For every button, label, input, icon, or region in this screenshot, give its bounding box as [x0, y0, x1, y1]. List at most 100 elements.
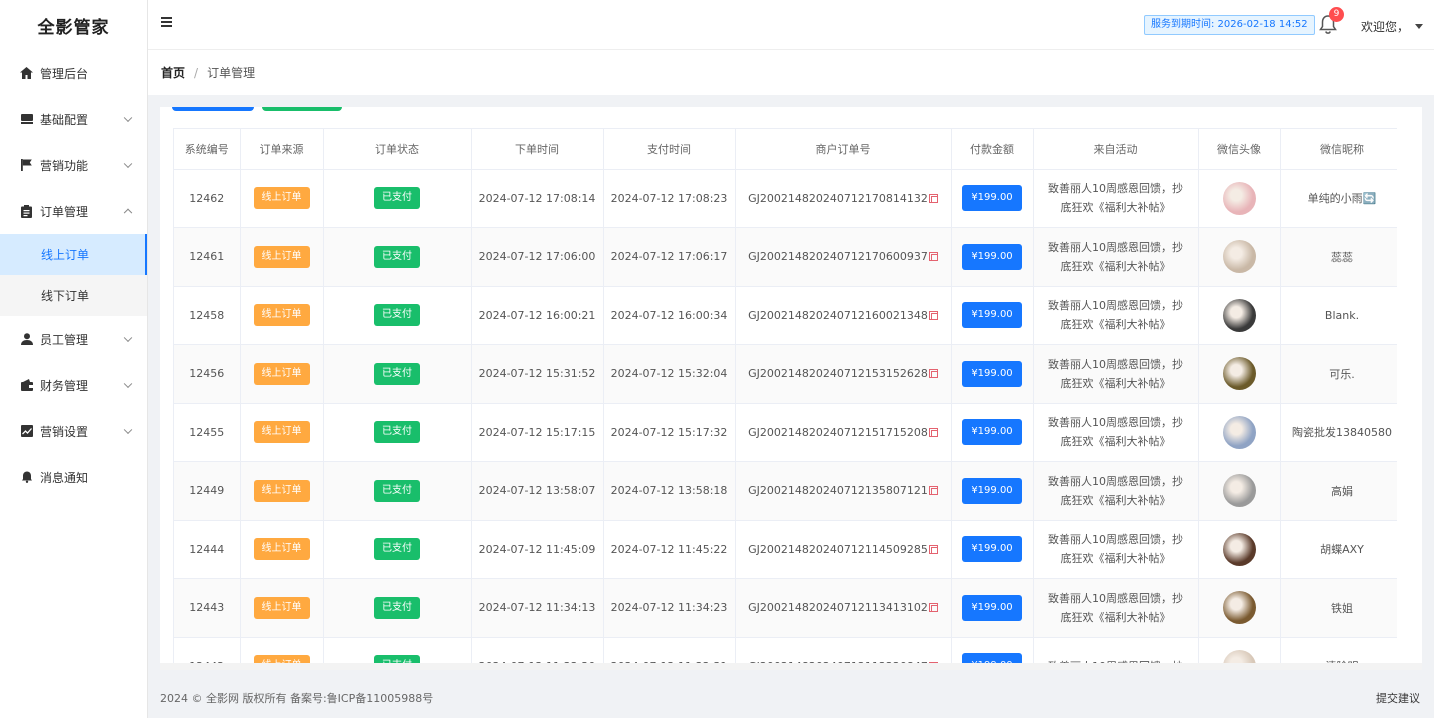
cell-status: 已支付: [323, 403, 472, 462]
table-row: 12462 线上订单 已支付 2024-07-12 17:08:14 2024-07-1…: [174, 169, 1397, 228]
wechat-avatar[interactable]: [1222, 298, 1256, 332]
notification-count-badge: 9: [1329, 7, 1344, 22]
cell-order-no: GJ2002148202407121708141​32: [735, 169, 952, 228]
feedback-link[interactable]: 提交建议: [1376, 690, 1420, 706]
table-row: 12444 线上订单 已支付 2024-07-12 11:45:09 2024-07-1…: [174, 520, 1397, 579]
wechat-avatar[interactable]: [1222, 181, 1256, 215]
order-source-tag: 线上订单: [253, 421, 310, 444]
column-header-amount: 付款金额: [951, 129, 1034, 170]
sidebar-item-label: 订单管理: [40, 204, 89, 219]
cell-id: 12443: [174, 578, 241, 638]
column-header-id: 系统编号: [174, 129, 241, 170]
clipboard-icon: [20, 204, 33, 218]
sidebar-item-order-management[interactable]: 订单管理: [0, 188, 147, 234]
cell-activity: 致善丽人10周感恩回馈，抄底狂欢《福利大补帖》: [1033, 403, 1199, 462]
chart-icon: [20, 425, 33, 438]
cell-pay-time: 2024-07-12 13:58:18: [603, 461, 736, 521]
cell-order-no: GJ20021482024071211341310​2: [735, 578, 952, 638]
user-icon: [20, 333, 33, 346]
cell-nickname: 陶瓷批发13840580: [1280, 403, 1397, 462]
wechat-avatar[interactable]: [1222, 415, 1256, 449]
sidebar-item-notifications[interactable]: 消息通知: [0, 454, 147, 500]
amount-button[interactable]: ¥199.00: [962, 419, 1022, 446]
amount-button[interactable]: ¥199.00: [962, 594, 1022, 621]
cell-pay-time: 2024-07-12 17:08:23: [603, 169, 736, 228]
copy-icon[interactable]: [928, 427, 938, 437]
copy-icon[interactable]: [928, 544, 938, 554]
user-menu[interactable]: 欢迎您，: [1361, 18, 1409, 35]
amount-button[interactable]: ¥199.00: [962, 360, 1022, 387]
order-status-tag: 已支付: [374, 596, 420, 619]
amount-button[interactable]: ¥199.00: [962, 243, 1022, 270]
sidebar-item-marketing[interactable]: 营销功能: [0, 142, 147, 188]
amount-button[interactable]: ¥199.00: [962, 536, 1022, 563]
cell-activity: 致善丽人10周感恩回馈，抄底狂欢《福利大补帖》: [1033, 461, 1199, 521]
column-header-status: 订单状态: [323, 129, 472, 170]
wechat-avatar[interactable]: [1222, 532, 1256, 566]
order-status-tag: 已支付: [374, 362, 420, 385]
cell-order-time: 2024-07-12 13:58:07: [471, 461, 604, 521]
menu-toggle-icon[interactable]: [161, 17, 172, 27]
amount-button[interactable]: ¥199.00: [962, 302, 1022, 329]
wechat-avatar[interactable]: [1222, 591, 1256, 625]
cell-activity: 致善丽人10周感恩回馈，抄底狂欢《福利大补帖》: [1033, 169, 1199, 228]
home-icon: [20, 67, 33, 80]
breadcrumb-separator: /: [194, 65, 199, 80]
sidebar-subitem-online-orders[interactable]: 线上订单: [0, 234, 147, 275]
table-row: 12461 线上订单 已支付 2024-07-12 17:06:00 2024-07-1…: [174, 227, 1397, 287]
horizontal-scrollbar[interactable]: [160, 663, 1422, 670]
sidebar-item-finance[interactable]: 财务管理: [0, 362, 147, 408]
amount-button[interactable]: ¥199.00: [962, 185, 1022, 212]
cell-order-no: GJ20021482024071213580712​1: [735, 461, 952, 521]
orders-table-container[interactable]: 系统编号 订单来源 订单状态 下单时间 支付时间 商户订单号 付款金额 来自活动…: [173, 128, 1397, 670]
cell-avatar: [1198, 520, 1281, 579]
top-bar: 服务到期时间: 2026-02-18 14:52 9 欢迎您，: [148, 0, 1434, 50]
order-status-tag: 已支付: [374, 187, 420, 210]
copy-icon[interactable]: [928, 603, 938, 613]
order-status-tag: 已支付: [374, 304, 420, 327]
cell-avatar: [1198, 169, 1281, 228]
cell-pay-time: 2024-07-12 15:32:04: [603, 344, 736, 404]
amount-button[interactable]: ¥199.00: [962, 477, 1022, 504]
sidebar-item-staff-management[interactable]: 员工管理: [0, 316, 147, 362]
copy-icon[interactable]: [928, 193, 938, 203]
cell-order-no: GJ20021482024071216002134​8: [735, 286, 952, 345]
cell-source: 线上订单: [240, 578, 324, 638]
breadcrumb-home[interactable]: 首页: [161, 64, 185, 81]
cell-avatar: [1198, 578, 1281, 638]
order-no-text: GJ20021482024071215315262​8: [748, 367, 928, 381]
order-source-tag: 线上订单: [253, 304, 310, 327]
sidebar-item-basic-config[interactable]: 基础配置: [0, 96, 147, 142]
sidebar-item-marketing-settings[interactable]: 营销设置: [0, 408, 147, 454]
cell-avatar: [1198, 344, 1281, 404]
table-header-row: 系统编号 订单来源 订单状态 下单时间 支付时间 商户订单号 付款金额 来自活动…: [174, 129, 1397, 170]
toolbar-success-button[interactable]: [262, 107, 342, 111]
cell-id: 12462: [174, 169, 241, 228]
copy-icon[interactable]: [928, 486, 938, 496]
cell-order-no: GJ20021482024071215171520​8: [735, 403, 952, 462]
service-expiry-badge: 服务到期时间: 2026-02-18 14:52: [1144, 15, 1315, 35]
copy-icon[interactable]: [928, 252, 938, 262]
wechat-avatar[interactable]: [1222, 357, 1256, 391]
breadcrumb: 首页 / 订单管理: [148, 50, 1434, 95]
order-source-tag: 线上订单: [253, 245, 310, 268]
copy-icon[interactable]: [928, 310, 938, 320]
cell-source: 线上订单: [240, 344, 324, 404]
wechat-avatar[interactable]: [1222, 474, 1256, 508]
cell-order-time: 2024-07-12 17:08:14: [471, 169, 604, 228]
order-no-text: GJ20021482024071215171520​8: [748, 425, 928, 439]
sidebar-item-label: 基础配置: [40, 112, 89, 127]
cell-activity: 致善丽人10周感恩回馈，抄底狂欢《福利大补帖》: [1033, 578, 1199, 638]
caret-down-icon[interactable]: [1415, 24, 1423, 29]
copy-icon[interactable]: [928, 369, 938, 379]
order-no-text: GJ20021482024071217060093​7: [748, 250, 928, 264]
table-row: 12449 线上订单 已支付 2024-07-12 13:58:07 2024-07-1…: [174, 461, 1397, 521]
sidebar-item-dashboard[interactable]: 管理后台: [0, 50, 147, 96]
toolbar-primary-button[interactable]: [172, 107, 254, 111]
cell-nickname: 蕊蕊: [1280, 227, 1397, 287]
app-logo: 全影管家: [37, 17, 110, 38]
cell-order-time: 2024-07-12 11:45:09: [471, 520, 604, 579]
wechat-avatar[interactable]: [1222, 240, 1256, 274]
sidebar-subitem-offline-orders[interactable]: 线下订单: [0, 275, 147, 316]
order-status-tag: 已支付: [374, 421, 420, 444]
